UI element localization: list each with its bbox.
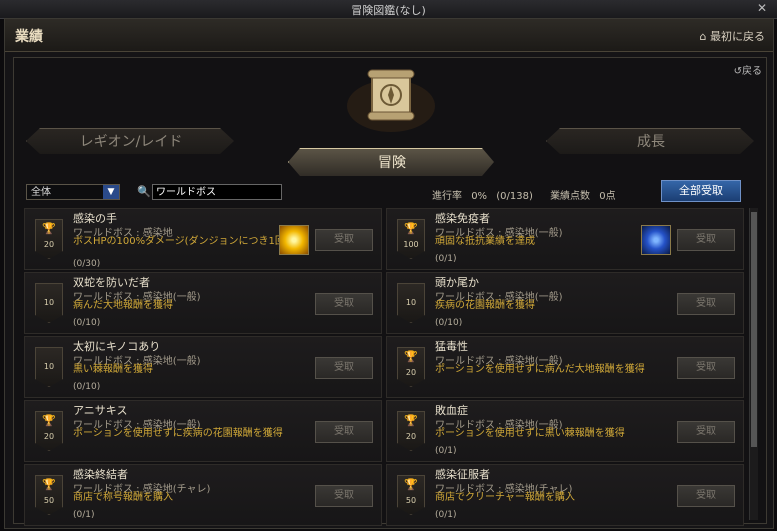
back-icon: ↺ (733, 66, 742, 77)
category-select-value: 全体 (31, 187, 51, 198)
tab-growth[interactable]: 成長 (546, 128, 754, 154)
claim-button[interactable]: 受取 (677, 293, 735, 315)
badge-points: 50 (43, 496, 55, 505)
achievement-badge: 10 (397, 283, 425, 323)
achievement-card: 🏆 20 敗血症 ワールドボス : 感染地(一般) ポーションを使用せずに黒い棘報酬を獲… (386, 400, 744, 462)
achievement-card: 🏆 50 感染征服者 ワールドボス : 感染地(チャレ) 商店でクリーチャー報酬を購入(… (386, 464, 744, 526)
achievement-description: 頑固な抵抗業績を達成 (435, 236, 535, 247)
badge-points: 10 (405, 298, 417, 307)
scrollbar[interactable] (749, 208, 758, 520)
achievement-progress: (0/30) (73, 259, 101, 269)
achievement-card: 10 頭か尾か ワールドボス : 感染地(一般) 疾病の花園報酬を獲得 (0/10) 受取 (386, 272, 744, 334)
achievement-description: 商店で称号報酬を購入 (73, 492, 173, 503)
claim-button[interactable]: 受取 (315, 421, 373, 443)
chevron-down-icon[interactable]: ▼ (103, 185, 119, 199)
achievement-badge: 🏆 100 (397, 219, 425, 259)
achievement-card: 10 双蛇を防いだ者 ワールドボス : 感染地(一般) 病んだ大地報酬を獲得 (0/10… (24, 272, 382, 334)
search-input[interactable]: ワールドボス (152, 184, 282, 200)
window-header: 業績 ⌂ 最初に戻る (5, 19, 773, 52)
claim-button[interactable]: 受取 (315, 229, 373, 251)
achievement-progress: (0/1) (435, 446, 457, 456)
achievement-card: 🏆 50 感染終結者 ワールドボス : 感染地(チャレ) 商店で称号報酬を購入 (0/1)… (24, 464, 382, 526)
achievement-progress: (0/10) (73, 382, 101, 392)
claim-button[interactable]: 受取 (677, 485, 735, 507)
achievement-card: 10 太初にキノコあり ワールドボス : 感染地(一般) 黒い棘報酬を獲得 (0/10)… (24, 336, 382, 398)
achievements-panel: ↺戻る レギオン/レイド 成長 冒険 全体 ▼ 🔍 ワールドボス 進行率 0% … (13, 57, 767, 526)
badge-points: 50 (405, 496, 417, 505)
trophy-icon: 🏆 (42, 222, 56, 235)
achievement-description: ポーションを使用せずに病んだ大地報酬を獲得 (435, 364, 645, 375)
claim-button[interactable]: 受取 (315, 485, 373, 507)
points-label: 業績点数 (550, 191, 591, 202)
claim-all-button[interactable]: 全部受取 (661, 180, 741, 202)
achievement-progress: (0/1) (435, 510, 457, 520)
achievement-card: 🏆 20 アニサキス ワールドボス : 感染地(一般) ポーションを使用せずに疾病の花園… (24, 400, 382, 462)
claim-button[interactable]: 受取 (677, 357, 735, 379)
claim-button[interactable]: 受取 (677, 229, 735, 251)
achievement-description: ポーションを使用せずに疾病の花園報酬を獲得 (73, 428, 283, 439)
points-value: 0点 (599, 191, 616, 202)
back-label: 戻る (742, 66, 762, 77)
badge-points: 10 (43, 298, 55, 307)
badge-points: 20 (43, 432, 55, 441)
claim-button[interactable]: 受取 (315, 357, 373, 379)
badge-points: 20 (43, 240, 55, 249)
achievement-card: 🏆 100 感染免疫者 ワールドボス : 感染地(一般) 頑固な抵抗業績を達成 (0/1)… (386, 208, 744, 270)
achievement-badge: 🏆 20 (35, 219, 63, 259)
reward-item-icon[interactable] (279, 225, 309, 255)
achievement-badge: 🏆 20 (35, 411, 63, 451)
progress-info: 進行率 0% (0/138) 業績点数 0点 (432, 187, 622, 202)
achievement-badge: 🏆 20 (397, 411, 425, 451)
achievement-description: 黒い棘報酬を獲得 (73, 364, 153, 375)
progress-rate-label: 進行率 (432, 191, 462, 202)
achievement-description: ポーションを使用せずに黒い棘報酬を獲得 (435, 428, 625, 439)
achievement-badge: 10 (35, 347, 63, 387)
home-icon: ⌂ (699, 30, 707, 43)
back-button[interactable]: ↺戻る (734, 62, 762, 77)
achievement-progress: (0/10) (435, 318, 463, 328)
trophy-icon: 🏆 (42, 414, 56, 427)
window-title: 冒険図鑑(なし) (351, 4, 426, 17)
trophy-icon: 🏆 (404, 350, 418, 363)
close-icon[interactable]: ✕ (757, 1, 767, 15)
progress-rate-value: 0% (471, 191, 488, 202)
achievement-card: 🏆 20 感染の手 ワールドボス : 感染地 ボスHPの100%ダメージ(ダンジョンにつ… (24, 208, 382, 270)
achievements-window: 業績 ⌂ 最初に戻る ↺戻る レギオン/レイド 成長 冒険 全体 ▼ 🔍 ワール… (4, 18, 774, 529)
tab-legion-raid[interactable]: レギオン/レイド (26, 128, 234, 154)
trophy-icon: 🏆 (404, 478, 418, 491)
achievement-progress: (0/1) (435, 254, 457, 264)
claim-button[interactable]: 受取 (315, 293, 373, 315)
achievement-description: 病んだ大地報酬を獲得 (73, 300, 173, 311)
trophy-icon: 🏆 (404, 222, 418, 235)
badge-points: 10 (43, 362, 55, 371)
badge-points: 20 (405, 432, 417, 441)
page-title: 業績 (15, 29, 43, 45)
achievement-list: 🏆 20 感染の手 ワールドボス : 感染地 ボスHPの100%ダメージ(ダンジョンにつ… (24, 208, 746, 526)
trophy-icon: 🏆 (404, 414, 418, 427)
achievement-description: 疾病の花園報酬を獲得 (435, 300, 535, 311)
claim-button[interactable]: 受取 (677, 421, 735, 443)
achievement-badge: 🏆 50 (35, 475, 63, 515)
search-icon: 🔍 (137, 185, 151, 198)
achievement-progress: (0/1) (73, 510, 95, 520)
badge-points: 20 (405, 368, 417, 377)
achievement-progress: (0/10) (73, 318, 101, 328)
achievement-badge: 10 (35, 283, 63, 323)
trophy-icon: 🏆 (42, 478, 56, 491)
home-button[interactable]: ⌂ 最初に戻る (700, 28, 765, 44)
category-select[interactable]: 全体 ▼ (26, 184, 120, 200)
achievement-description: ボスHPの100%ダメージ(ダンジョンにつき1回) (73, 236, 289, 247)
achievement-badge: 🏆 20 (397, 347, 425, 387)
achievement-description: 商店でクリーチャー報酬を購入 (435, 492, 575, 503)
reward-item-icon[interactable] (641, 225, 671, 255)
scroll-emblem-icon (347, 69, 435, 132)
scrollbar-thumb[interactable] (751, 212, 757, 447)
progress-rate-count: (0/138) (496, 191, 533, 202)
tab-adventure[interactable]: 冒険 (288, 148, 494, 176)
achievement-badge: 🏆 50 (397, 475, 425, 515)
home-label: 最初に戻る (710, 30, 765, 43)
window-titlebar: 冒険図鑑(なし) ✕ (0, 0, 777, 19)
badge-points: 100 (403, 240, 419, 249)
achievement-card: 🏆 20 猛毒性 ワールドボス : 感染地(一般) ポーションを使用せずに病んだ大地報酬… (386, 336, 744, 398)
